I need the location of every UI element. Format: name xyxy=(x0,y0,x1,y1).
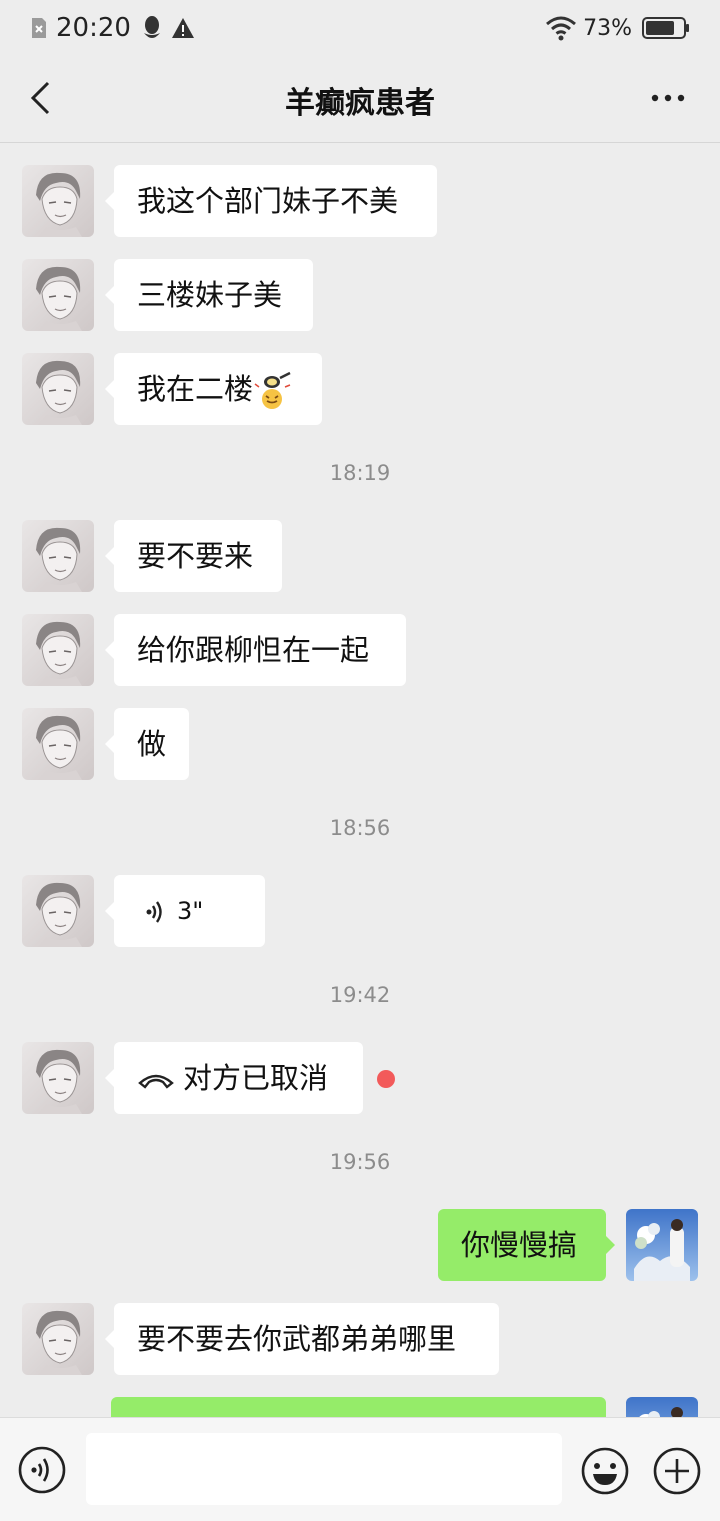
more-icon xyxy=(651,94,685,102)
message-row: 要不要去你武都弟弟哪里 xyxy=(0,1303,720,1375)
my-avatar[interactable] xyxy=(626,1209,698,1281)
voice-input-button[interactable] xyxy=(18,1446,66,1494)
message-bubble[interactable]: 你慢慢搞 xyxy=(438,1209,615,1281)
my-avatar[interactable] xyxy=(626,1397,698,1417)
timestamp: 18:56 xyxy=(329,816,391,840)
phone-icon xyxy=(138,1074,174,1089)
message-bubble[interactable]: 要不要来 xyxy=(105,520,282,592)
message-bubble[interactable]: 我这个部门妹子不美 xyxy=(105,165,437,237)
timestamp: 19:42 xyxy=(329,983,391,1007)
message-row: 要不要来 xyxy=(0,520,720,592)
qq-icon xyxy=(143,16,160,38)
message-row: 你慢慢搞 xyxy=(0,1209,720,1281)
timestamp: 18:19 xyxy=(329,461,391,485)
unread-dot xyxy=(377,1070,395,1088)
back-arrow-icon xyxy=(30,81,50,115)
voice-mode-icon xyxy=(18,1446,66,1494)
contact-avatar[interactable] xyxy=(22,520,94,592)
call-cancelled-bubble[interactable]: 对方已取消 xyxy=(105,1042,363,1114)
message-input[interactable] xyxy=(86,1433,562,1505)
battery-percent: 73% xyxy=(583,15,632,41)
wifi-icon xyxy=(546,16,577,41)
message-bubble[interactable]: 做 xyxy=(105,708,189,780)
status-time: 20:20 xyxy=(56,13,131,43)
warning-icon xyxy=(171,18,194,38)
contact-avatar[interactable] xyxy=(22,614,94,686)
contact-avatar[interactable] xyxy=(22,1303,94,1375)
voice-message-bubble[interactable]: 3" xyxy=(105,875,265,947)
input-bar xyxy=(0,1417,720,1521)
call-status-text: 对方已取消 xyxy=(183,1061,329,1095)
plus-icon xyxy=(653,1447,701,1495)
message-bubble-partial[interactable] xyxy=(111,1397,606,1417)
message-row: 我在二楼 xyxy=(0,353,720,425)
status-left: 20:20 xyxy=(30,12,195,44)
contact-avatar[interactable] xyxy=(22,353,94,425)
more-button[interactable] xyxy=(640,76,696,120)
chat-title: 羊癫疯患者 xyxy=(285,86,435,121)
message-row: 对方已取消 xyxy=(0,1042,720,1114)
contact-avatar[interactable] xyxy=(22,165,94,237)
status-right: 73% xyxy=(545,12,690,44)
contact-avatar[interactable] xyxy=(22,875,94,947)
sim-off-icon xyxy=(32,18,46,38)
emoji-icon xyxy=(581,1447,629,1495)
message-row: 三楼妹子美 xyxy=(0,259,720,331)
message-row: 给你跟柳怛在一起 xyxy=(0,614,720,686)
frying-pan-emoji-icon xyxy=(254,371,291,409)
more-functions-button[interactable] xyxy=(652,1446,702,1496)
timestamp: 19:56 xyxy=(329,1150,391,1174)
battery-icon xyxy=(642,17,689,39)
contact-avatar[interactable] xyxy=(22,1042,94,1114)
voice-duration: 3" xyxy=(177,897,204,925)
back-button[interactable] xyxy=(18,76,62,120)
emoji-button[interactable] xyxy=(580,1446,630,1496)
message-row: 3" xyxy=(0,875,720,947)
message-bubble[interactable]: 三楼妹子美 xyxy=(105,259,313,331)
contact-avatar[interactable] xyxy=(22,708,94,780)
chat-header: 羊癫疯患者 xyxy=(0,56,720,143)
voice-icon xyxy=(146,901,162,923)
message-bubble[interactable]: 我在二楼 xyxy=(105,353,322,425)
message-row: 做 xyxy=(0,708,720,780)
contact-avatar[interactable] xyxy=(22,259,94,331)
message-bubble[interactable]: 给你跟柳怛在一起 xyxy=(105,614,406,686)
message-row: 我这个部门妹子不美 xyxy=(0,165,720,237)
message-row-partial xyxy=(0,1397,720,1417)
message-text: 我在二楼 xyxy=(137,372,254,406)
status-bar: 20:20 73% xyxy=(0,0,720,56)
message-bubble[interactable]: 要不要去你武都弟弟哪里 xyxy=(105,1303,499,1375)
